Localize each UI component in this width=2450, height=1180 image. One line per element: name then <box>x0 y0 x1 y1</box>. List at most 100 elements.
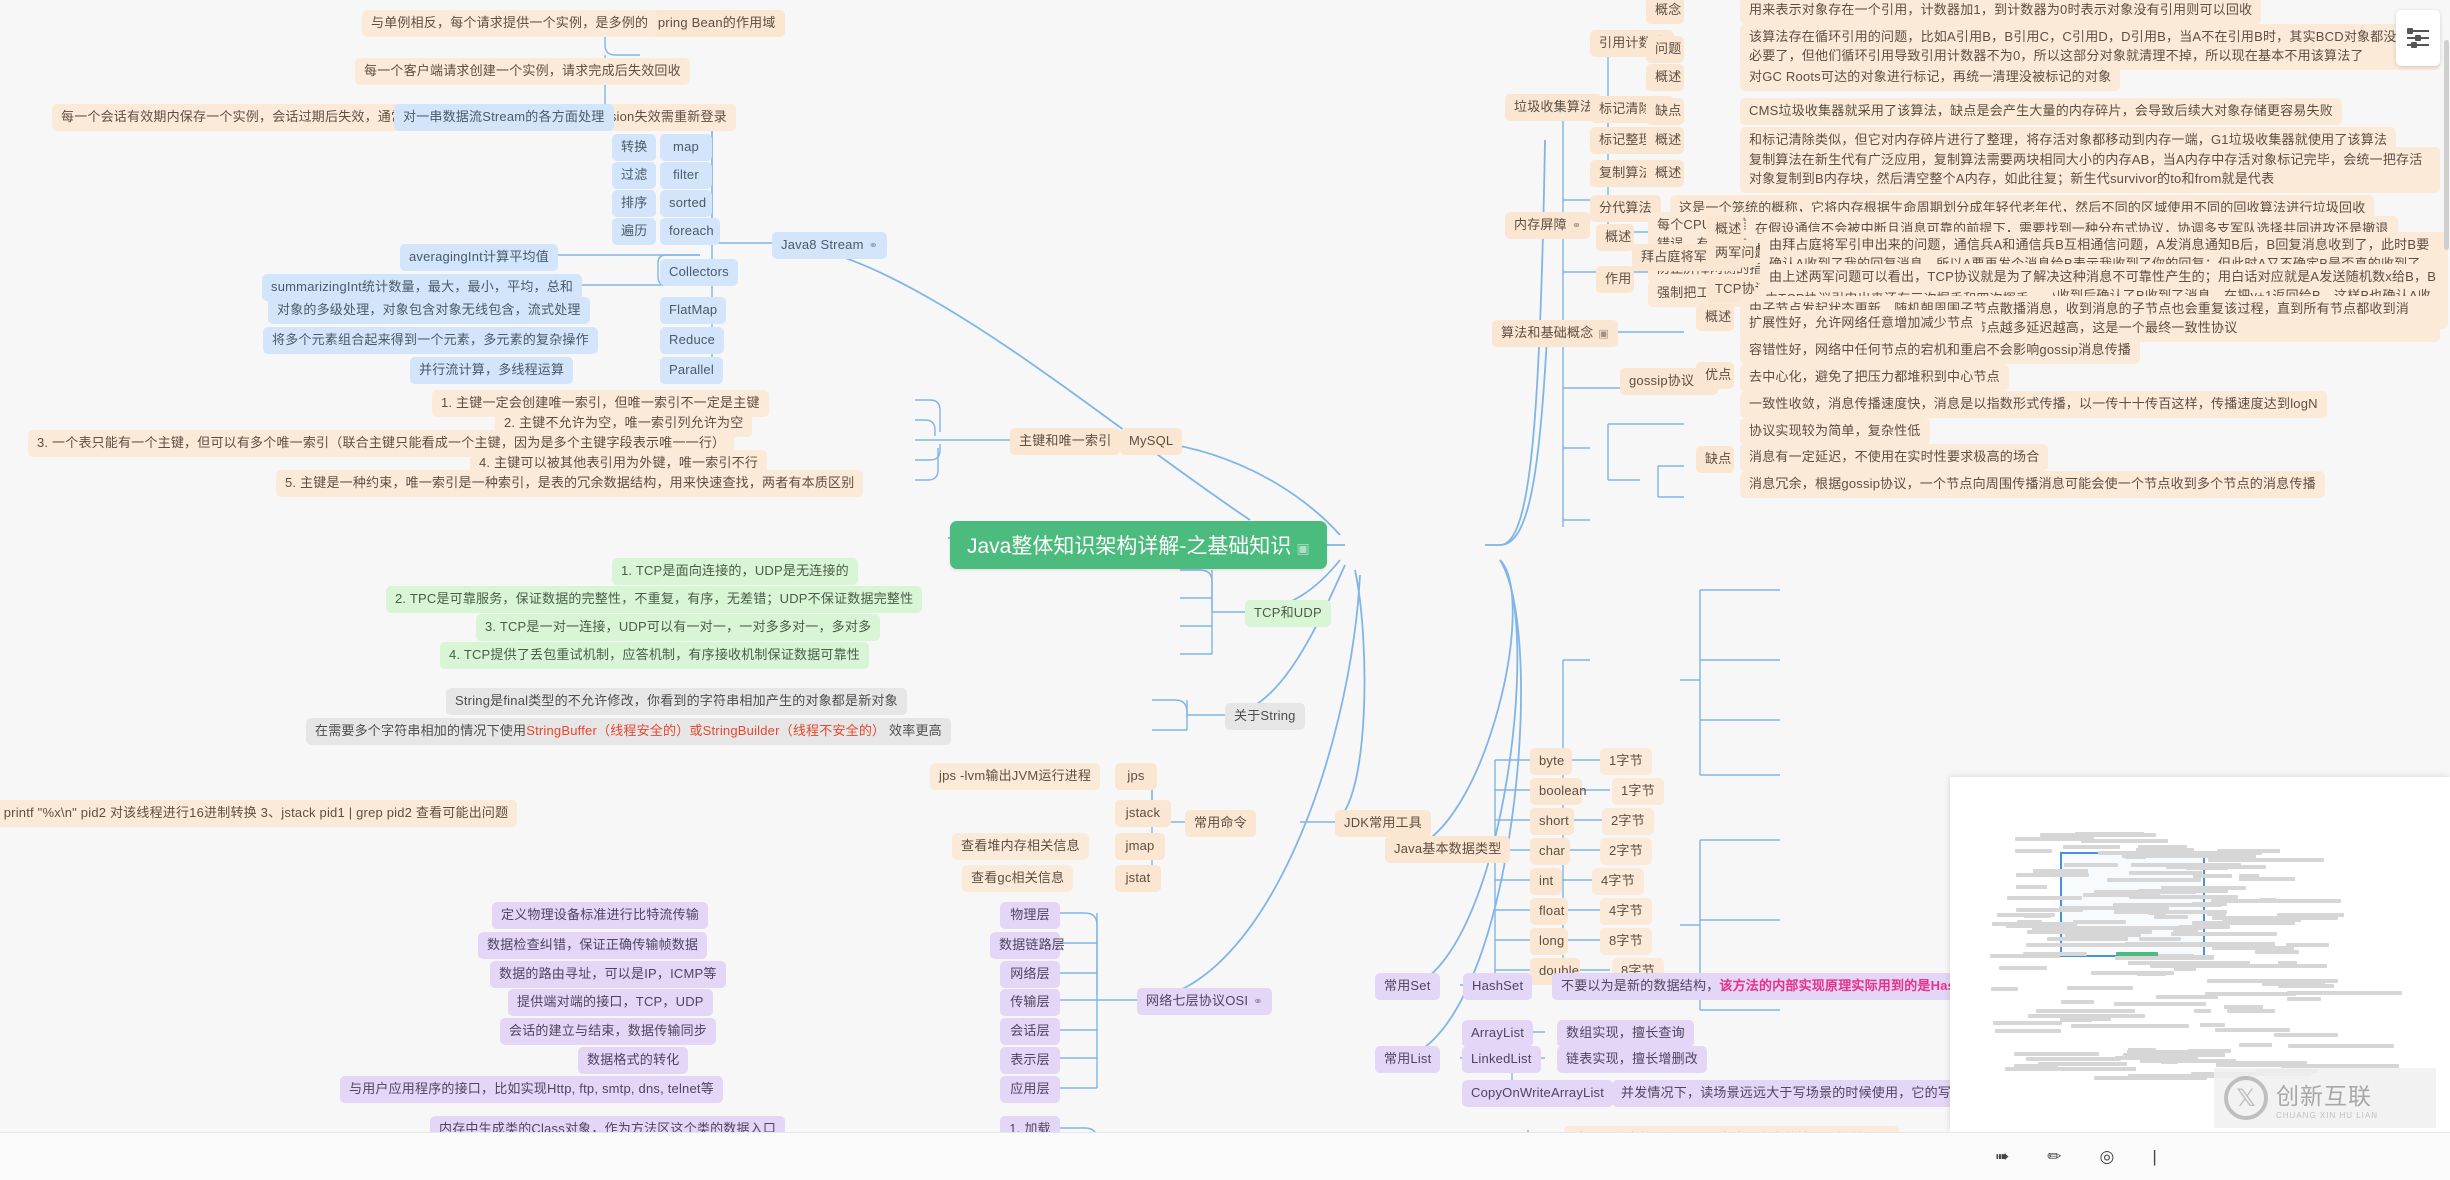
node-osi[interactable]: 网络七层协议OSI ⚭ <box>1137 988 1272 1015</box>
watermark-subtitle: CHUANG XIN HU LIAN <box>2276 1110 2379 1120</box>
node-byzantine-overview[interactable]: 概述 <box>1706 216 1744 243</box>
watermark-title: 创新互联 <box>2276 1082 2372 1109</box>
node-stream-sorted[interactable]: sorted <box>660 190 712 217</box>
node-linkedlist[interactable]: LinkedList <box>1462 1046 1541 1073</box>
node-java-basic-types[interactable]: Java基本数据类型 <box>1385 836 1511 863</box>
node-type-char[interactable]: char <box>1530 838 1570 865</box>
node-mysql-pk-unique[interactable]: 主键和唯一索引 <box>1010 428 1121 455</box>
node-arraylist-desc: 数组实现，擅长查询 <box>1557 1020 1694 1047</box>
node-osi-datalink[interactable]: 数据链路层 <box>990 932 1065 959</box>
node-common-set[interactable]: 常用Set <box>1375 973 1440 1000</box>
node-gc-marksweep-overview-desc: 对GC Roots可达的对象进行标记，再统一清理没被标记的对象 <box>1740 64 2121 91</box>
mindmap-canvas[interactable]: Spring Bean的作用域 prototype request Sessio… <box>0 0 2450 1180</box>
node-jmap-desc: 查看堆内存相关信息 <box>952 833 1089 860</box>
scrollbar-thumb[interactable] <box>2444 40 2449 250</box>
layout-toggle-button[interactable] <box>2396 10 2440 66</box>
node-type-int[interactable]: int <box>1530 868 1562 895</box>
node-algorithms-concepts[interactable]: 算法和基础概念 ▣ <box>1492 320 1618 347</box>
node-gc-marksweep-flaw-desc: CMS垃圾收集器就采用了该算法，缺点是会产生大量的内存碎片，会导致后续大对象存储… <box>1740 98 2342 125</box>
node-type-short[interactable]: short <box>1530 808 1574 835</box>
root-node[interactable]: Java整体知识架构详解-之基础知识 ▣ <box>950 521 1327 569</box>
node-spring-bean-scope[interactable]: Spring Bean的作用域 <box>640 10 785 37</box>
node-jstat[interactable]: jstat <box>1115 865 1161 892</box>
node-gc-copy-overview[interactable]: 概述 <box>1646 160 1684 187</box>
node-gc-marksweep-flaw[interactable]: 缺点 <box>1646 98 1684 125</box>
node-byzantine-two-armies[interactable]: 两军问题 <box>1706 240 1768 267</box>
node-osi-transport[interactable]: 传输层 <box>1000 989 1060 1016</box>
node-type-long[interactable]: long <box>1530 928 1568 955</box>
node-osi-network[interactable]: 网络层 <box>1000 961 1060 988</box>
node-gc-refcount-issue[interactable]: 问题 <box>1646 36 1684 63</box>
node-hashset[interactable]: HashSet <box>1463 973 1533 1000</box>
node-jmap[interactable]: jmap <box>1115 833 1165 860</box>
node-stream-desc: 对一串数据流Stream的各方面处理 <box>394 104 614 131</box>
node-gossip-cons[interactable]: 缺点 <box>1696 446 1734 473</box>
node-copyonwritearraylist[interactable]: CopyOnWriteArrayList <box>1462 1080 1614 1107</box>
node-stream-foreach[interactable]: foreach <box>660 218 720 245</box>
node-size-short: 2字节 <box>1602 808 1654 835</box>
node-gc-copy-desc: 复制算法在新生代有广泛应用，复制算法需要两块相同大小的内存AB，当A内存中存活对… <box>1740 147 2440 193</box>
link-icon: ⚭ <box>868 240 879 252</box>
node-stream-map[interactable]: map <box>660 134 712 161</box>
node-about-string[interactable]: 关于String <box>1225 703 1305 730</box>
node-jstack[interactable]: jstack <box>1115 800 1171 827</box>
node-gc-markcompact-overview[interactable]: 概述 <box>1646 127 1684 154</box>
node-stream-parallel[interactable]: Parallel <box>660 357 723 384</box>
node-tcp-point-4: 4. TCP提供了丢包重试机制，应答机制，有序接收机制保证数据可靠性 <box>440 642 870 669</box>
node-memory-barrier[interactable]: 内存屏障 ⚭ <box>1505 212 1591 239</box>
node-stream-filter-label: 过滤 <box>612 162 656 189</box>
node-stream-map-label: 转换 <box>612 134 656 161</box>
node-parallel-desc: 并行流计算，多线程运算 <box>410 357 574 384</box>
node-osi-application[interactable]: 应用层 <box>1000 1076 1060 1103</box>
node-gc-refcount-concept[interactable]: 概念 <box>1646 0 1684 24</box>
node-jps[interactable]: jps <box>1115 763 1157 790</box>
note-icon: ▣ <box>1598 328 1609 340</box>
watermark: 𝕏 创新互联 CHUANG XIN HU LIAN <box>2214 1068 2436 1128</box>
node-barrier-overview[interactable]: 概述 <box>1596 224 1634 251</box>
node-type-byte[interactable]: byte <box>1530 748 1572 775</box>
node-type-float[interactable]: float <box>1530 898 1568 925</box>
node-gossip-pro-4: 一致性收敛，消息传播速度快，消息是以指数形式传播，以一传十十传百这样，传播速度达… <box>1740 391 2327 418</box>
cursor-tool-icon[interactable]: ➠ <box>1995 1147 2009 1167</box>
node-jstack-desc: 查内存溢出1、top -Hp pid1查出最消耗CPU线程 2、printf "… <box>0 800 518 827</box>
node-tcp-point-3: 3. TCP是一对一连接，UDP可以有一对一，一对多多对一，多对多 <box>476 614 881 641</box>
node-prototype-desc: 与单例相反，每个请求提供一个实例，是多例的 <box>362 10 658 37</box>
node-size-int: 4字节 <box>1592 868 1644 895</box>
bottom-toolbar[interactable]: ➠ ✏ ◎ | <box>0 1132 2450 1180</box>
node-jstat-desc: 查看gc相关信息 <box>962 865 1074 892</box>
link-icon: ⚭ <box>1571 220 1582 232</box>
node-osi-session[interactable]: 会话层 <box>1000 1018 1060 1045</box>
target-tool-icon[interactable]: ◎ <box>2100 1147 2115 1167</box>
pen-tool-icon[interactable]: ✏ <box>2047 1147 2061 1167</box>
node-gossip-pros[interactable]: 优点 <box>1696 362 1734 389</box>
node-stream-collectors[interactable]: Collectors <box>660 259 738 286</box>
node-stream-filter[interactable]: filter <box>660 162 712 189</box>
node-stream-flatmap[interactable]: FlatMap <box>660 297 727 324</box>
node-mysql[interactable]: MySQL <box>1120 428 1183 455</box>
node-java8-stream[interactable]: Java8 Stream ⚭ <box>772 232 888 259</box>
vertical-scrollbar[interactable] <box>2443 0 2450 1180</box>
node-stream-reduce[interactable]: Reduce <box>660 327 725 354</box>
node-gc-algorithms[interactable]: 垃圾收集算法 <box>1505 94 1603 121</box>
node-gc-marksweep-overview[interactable]: 概述 <box>1646 64 1684 91</box>
node-osi-session-desc: 会话的建立与结束，数据传输同步 <box>500 1018 717 1045</box>
node-arraylist[interactable]: ArrayList <box>1462 1020 1534 1047</box>
node-stream-foreach-label: 遍历 <box>612 218 656 245</box>
node-jdk-common-commands[interactable]: 常用命令 <box>1185 810 1256 837</box>
node-tcp-udp[interactable]: TCP和UDP <box>1245 600 1331 627</box>
node-osi-presentation-desc: 数据格式的转化 <box>578 1047 689 1074</box>
node-mysql-point-5: 5. 主键是一种约束，唯一索引是一种索引，是表的冗余数据结构，用来快速查找，两者… <box>276 470 864 497</box>
node-gossip-pro-1: 扩展性好，允许网络任意增加减少节点 <box>1740 310 1983 337</box>
node-jdk-tools[interactable]: JDK常用工具 <box>1335 810 1431 837</box>
node-hashset-desc: 不要以为是新的数据结构，该方法的内部实现原理实际用到的是HashMap <box>1552 973 1999 1000</box>
link-icon: ⚭ <box>1253 996 1263 1008</box>
node-common-list[interactable]: 常用List <box>1375 1046 1441 1073</box>
node-gossip-overview[interactable]: 概述 <box>1696 304 1734 331</box>
node-osi-presentation[interactable]: 表示层 <box>1000 1047 1060 1074</box>
node-gc-refcount-issue-desc: 该算法存在循环引用的问题，比如A引用B，B引用C，C引用D，D引用B，当A不在引… <box>1740 24 2440 70</box>
node-string-point-2: 在需要多个字符串相加的情况下使用StringBuffer（线程安全的）或Stri… <box>306 718 951 745</box>
node-osi-physical[interactable]: 物理层 <box>1000 902 1060 929</box>
node-barrier-role[interactable]: 作用 <box>1596 266 1634 293</box>
layout-line-icon-3 <box>2407 42 2429 48</box>
node-type-boolean[interactable]: boolean <box>1530 778 1586 805</box>
